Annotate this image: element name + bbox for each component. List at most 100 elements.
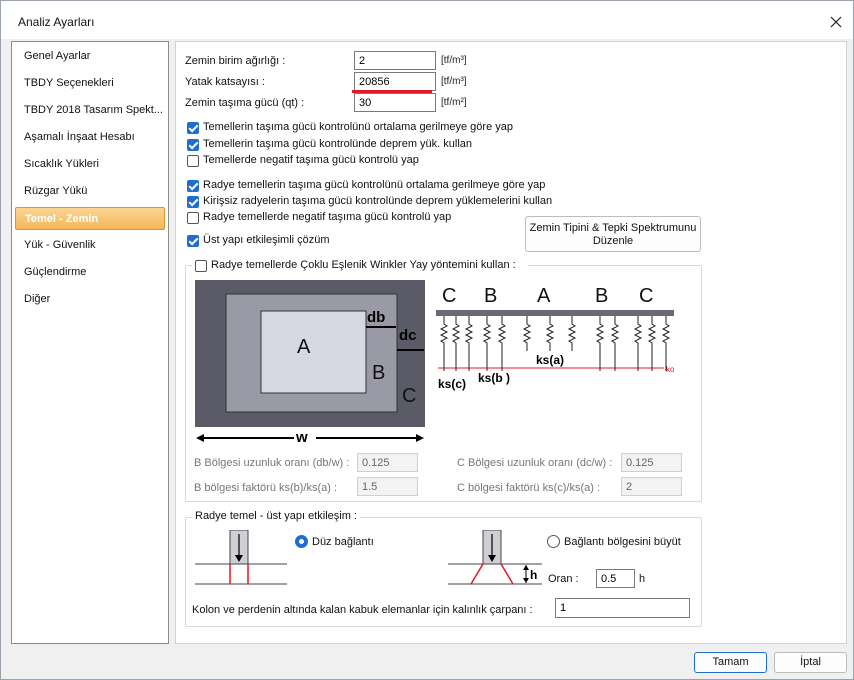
spring-b3 <box>595 316 605 371</box>
b-faktor-input[interactable] <box>357 477 418 496</box>
spring-b1 <box>482 316 492 371</box>
yatak-katsayisi-input[interactable] <box>354 72 436 91</box>
close-button[interactable] <box>823 9 849 35</box>
ks-a-label: ks(a) <box>536 353 564 367</box>
sidebar-item-genel-ayarlar[interactable]: Genel Ayarlar <box>15 45 165 68</box>
c-uzunluk-label: C Bölgesi uzunluk oranı (dc/w) : <box>457 457 613 469</box>
zemin-birim-label: Zemin birim ağırlığı : <box>185 55 286 67</box>
spring-b2 <box>497 316 507 371</box>
checkbox-ortalama-gerilme[interactable] <box>187 122 199 134</box>
ko-label: ko <box>666 365 675 374</box>
checkbox-ust-yapi-etkilesim[interactable] <box>187 235 199 247</box>
zemin-tipi-spektrum-button-line2: Düzenle <box>592 235 634 247</box>
db-label: db <box>367 309 385 326</box>
zemin-tipi-spektrum-button[interactable]: Zemin Tipini & Tepki Spektrumunu Düzenle <box>525 216 701 252</box>
checkbox-radye-ortalama[interactable] <box>187 180 199 192</box>
window-title: Analiz Ayarları <box>18 15 95 29</box>
ks-c-label: ks(c) <box>438 377 466 391</box>
spring-a3 <box>567 316 577 351</box>
dialog-window: Analiz Ayarları Genel Ayarlar TBDY Seçen… <box>0 0 854 680</box>
b-faktor-label: B bölgesi faktörü ks(b)/ks(a) : <box>194 482 338 494</box>
sidebar-item-tbdy-secenekleri[interactable]: TBDY Seçenekleri <box>15 72 165 95</box>
duz-baglanti-diagram <box>195 530 287 586</box>
checkbox-radye-ortalama-label: Radye temellerin taşıma gücü kontrolünü … <box>203 179 546 191</box>
yatak-katsayisi-label: Yatak katsayısı : <box>185 76 265 88</box>
spring-zone-c2: C <box>639 285 653 307</box>
sidebar-item-guclendirme[interactable]: Güçlendirme <box>15 261 165 284</box>
radio-duz-baglanti-label: Düz bağlantı <box>312 536 374 548</box>
spring-zone-c1: C <box>442 285 456 307</box>
winkler-springs-diagram: C B A B C ks(c) ks(b) ks(a) ko <box>436 285 675 391</box>
oran-unit: h <box>639 573 646 585</box>
sidebar-item-diger[interactable]: Diğer <box>15 288 165 311</box>
c-uzunluk-input[interactable] <box>621 453 682 472</box>
baglanti-buyut-diagram: h <box>448 530 542 586</box>
b-uzunluk-label: B Bölgesi uzunluk oranı (db/w) : <box>194 457 350 469</box>
dc-label: dc <box>399 327 417 344</box>
iptal-button[interactable]: İptal <box>774 652 847 673</box>
checkbox-radye-negatif[interactable] <box>187 212 199 224</box>
sidebar-item-temel-zemin[interactable]: Temel - Zemin <box>15 207 165 230</box>
spring-zone-b2: B <box>595 285 608 307</box>
spring-a2 <box>545 316 555 351</box>
spring-c3 <box>464 316 474 371</box>
checkbox-kirissiz-radye-label: Kirişsiz radyelerin taşıma gücü kontrolü… <box>203 195 553 207</box>
zemin-tipi-spektrum-button-line1: Zemin Tipini & Tepki Spektrumunu <box>529 222 697 234</box>
checkbox-radye-negatif-label: Radye temellerde negatif taşıma gücü kon… <box>203 211 452 223</box>
zone-c-label: C <box>402 385 416 407</box>
yatak-katsayisi-unit: [tf/m³] <box>441 76 467 87</box>
spring-c1 <box>439 316 449 371</box>
spring-a1 <box>522 316 532 351</box>
radio-baglanti-buyut[interactable] <box>547 535 560 548</box>
spring-c5 <box>647 316 657 371</box>
w-arrow-right-head <box>416 434 424 442</box>
zone-b-label: B <box>372 362 385 384</box>
spring-c6 <box>661 316 671 371</box>
buyut-h-label: h <box>530 568 537 582</box>
spring-beam <box>436 310 674 316</box>
spring-c2 <box>451 316 461 371</box>
oran-label: Oran : <box>548 573 579 585</box>
checkbox-negatif-tasima[interactable] <box>187 155 199 167</box>
spring-zone-a: A <box>537 285 551 307</box>
zemin-tasima-input[interactable] <box>354 93 436 112</box>
tamam-button[interactable]: Tamam <box>694 652 767 673</box>
kalinlik-carpani-label: Kolon ve perdenin altında kalan kabuk el… <box>192 604 533 616</box>
winkler-header: Radye temellerde Çoklu Eşlenik Winkler Y… <box>192 258 528 274</box>
spring-c4 <box>633 316 643 371</box>
checkbox-kirissiz-radye[interactable] <box>187 196 199 208</box>
c-faktor-input[interactable] <box>621 477 682 496</box>
w-label: w <box>295 429 308 444</box>
title-bar: Analiz Ayarları <box>1 1 853 39</box>
c-faktor-label: C bölgesi faktörü ks(c)/ks(a) : <box>457 482 601 494</box>
zemin-tasima-label: Zemin taşıma gücü (qt) : <box>185 97 305 109</box>
sidebar-item-tbdy-2018-spektrum[interactable]: TBDY 2018 Tasarım Spekt... <box>15 99 165 122</box>
zone-a-rect <box>260 310 367 394</box>
checkbox-negatif-tasima-label: Temellerde negatif taşıma gücü kontrolü … <box>203 154 419 166</box>
sidebar-item-asamali-insaat[interactable]: Aşamalı İnşaat Hesabı <box>15 126 165 149</box>
checkbox-winkler[interactable] <box>195 260 207 272</box>
b-uzunluk-input[interactable] <box>357 453 418 472</box>
zemin-tasima-unit: [tf/m²] <box>441 97 467 108</box>
ks-b-label: ks(b ) <box>478 371 510 385</box>
sidebar-item-ruzgar-yuku[interactable]: Rüzgar Yükü <box>15 180 165 203</box>
kalinlik-carpani-input[interactable] <box>555 598 690 618</box>
checkbox-ust-yapi-etkilesim-label: Üst yapı etkileşimli çözüm <box>203 234 330 246</box>
checkbox-deprem-yuk[interactable] <box>187 139 199 151</box>
spring-zone-b1: B <box>484 285 497 307</box>
radye-etkilesim-title: Radye temel - üst yapı etkileşim : <box>192 510 361 522</box>
checkbox-ortalama-gerilme-label: Temellerin taşıma gücü kontrolünü ortala… <box>203 121 513 133</box>
close-icon <box>830 16 842 28</box>
radio-baglanti-buyut-label: Bağlantı bölgesini büyüt <box>564 536 681 548</box>
sidebar-item-yuk-guvenlik[interactable]: Yük - Güvenlik <box>15 234 165 257</box>
oran-input[interactable] <box>596 569 635 588</box>
zemin-birim-input[interactable] <box>354 51 436 70</box>
zone-a-label: A <box>297 336 311 358</box>
radye-zones-diagram: A B C db dc w <box>195 280 425 444</box>
sidebar: Genel Ayarlar TBDY Seçenekleri TBDY 2018… <box>11 41 169 644</box>
checkbox-deprem-yuk-label: Temellerin taşıma gücü kontrolünde depre… <box>203 138 473 150</box>
w-arrow-left-head <box>196 434 204 442</box>
checkbox-winkler-label: Radye temellerde Çoklu Eşlenik Winkler Y… <box>211 259 516 271</box>
sidebar-item-sicaklik-yukleri[interactable]: Sıcaklık Yükleri <box>15 153 165 176</box>
radio-duz-baglanti[interactable] <box>295 535 308 548</box>
